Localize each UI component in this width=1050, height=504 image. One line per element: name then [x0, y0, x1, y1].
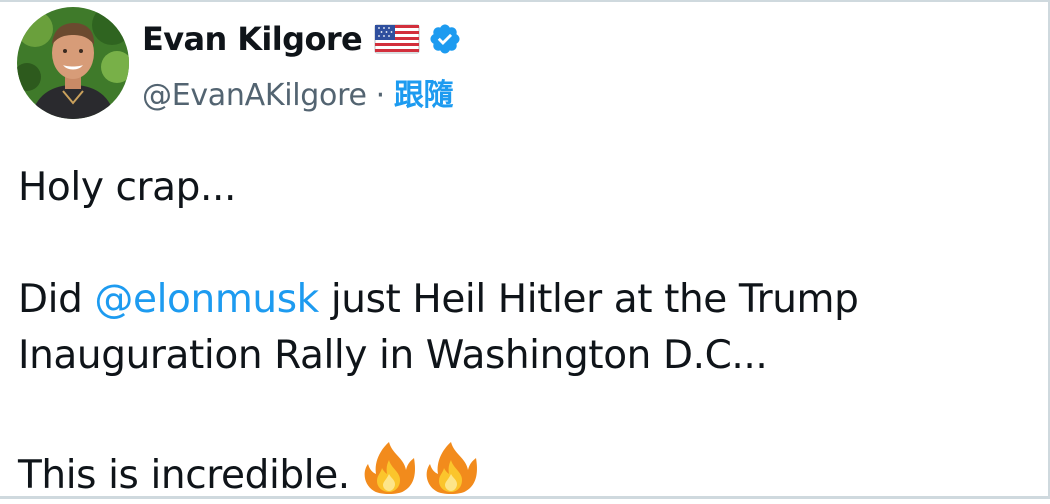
fire-icon — [426, 442, 477, 494]
emoji-group — [360, 440, 484, 496]
tweet-text-segment: This is incredible. — [18, 453, 350, 498]
tweet-header: Evan Kilgore @EvanAKilgore · 跟隨 — [17, 7, 917, 119]
handle-row: @EvanAKilgore · 跟隨 — [142, 77, 454, 115]
display-name[interactable]: Evan Kilgore — [142, 19, 363, 59]
user-handle[interactable]: @EvanAKilgore — [142, 77, 367, 115]
name-row: Evan Kilgore — [142, 19, 462, 59]
separator-dot: · — [375, 78, 386, 113]
tweet-text-segment: just Heil Hitler at the Trump — [318, 277, 859, 322]
follow-button[interactable]: 跟隨 — [394, 77, 454, 115]
top-border — [0, 0, 1050, 2]
tweet-line-1: Holy crap... — [18, 165, 237, 210]
avatar-photo — [17, 7, 129, 119]
tweet-line-3: Inauguration Rally in Washington D.C... — [18, 333, 768, 378]
mention-link[interactable]: @elonmusk — [94, 277, 319, 322]
tweet-text: Holy crap... Did @elonmusk just Heil Hit… — [18, 160, 1028, 504]
fire-icon — [364, 442, 415, 494]
tweet-line-4: This is incredible. — [18, 440, 1028, 504]
tweet-text-segment: Did — [18, 277, 95, 322]
tweet-line-2: Did @elonmusk just Heil Hitler at the Tr… — [18, 272, 1028, 328]
avatar[interactable] — [17, 7, 129, 119]
us-flag-icon — [374, 24, 420, 54]
verified-badge-icon[interactable] — [428, 22, 462, 56]
